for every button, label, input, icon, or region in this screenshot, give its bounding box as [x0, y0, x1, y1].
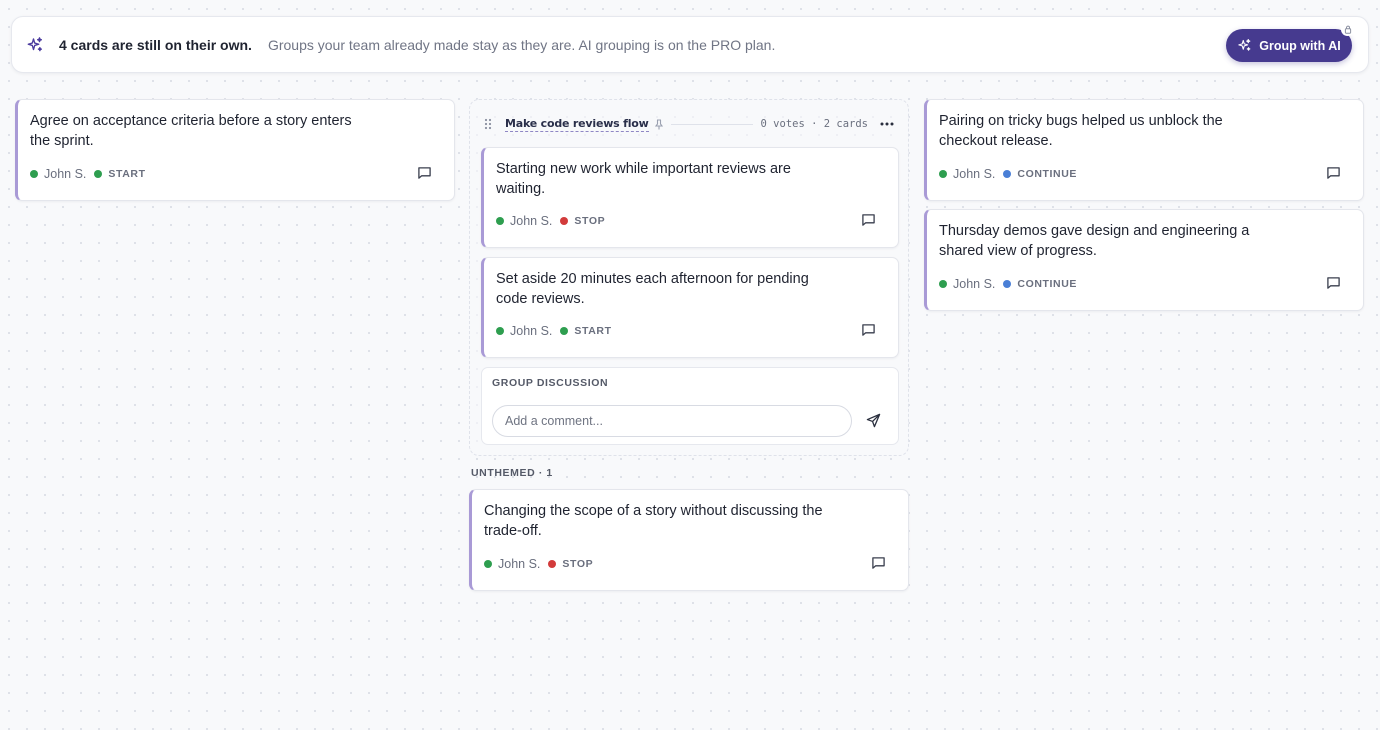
- comment-icon[interactable]: [1325, 165, 1341, 181]
- author-dot: [496, 217, 504, 225]
- group-with-ai-label: Group with AI: [1259, 38, 1341, 53]
- retro-card[interactable]: Pairing on tricky bugs helped us unblock…: [924, 99, 1364, 201]
- card-meta: John S. START: [496, 324, 612, 338]
- card-author: John S.: [44, 167, 87, 181]
- card-meta: John S. START: [30, 167, 146, 181]
- author-dot: [496, 327, 504, 335]
- comment-icon[interactable]: [860, 212, 876, 228]
- type-dot: [560, 217, 569, 225]
- card-author: John S.: [498, 557, 541, 571]
- card-text: Agree on acceptance criteria before a st…: [30, 113, 352, 149]
- card-meta: John S. STOP: [496, 214, 605, 228]
- group-with-ai-button[interactable]: Group with AI: [1226, 23, 1354, 62]
- group-discussion-label: GROUP DISCUSSION: [492, 377, 609, 389]
- card-author: John S.: [510, 324, 553, 338]
- card-text: Pairing on tricky bugs helped us unblock…: [939, 113, 1223, 149]
- group-stats: 0 votes · 2 cards: [760, 118, 868, 130]
- card-text: Thursday demos gave design and engineeri…: [939, 223, 1250, 259]
- card-group: Make code reviews flow 0 votes · 2 cards…: [469, 99, 909, 456]
- card-text: Set aside 20 minutes each afternoon for …: [496, 271, 809, 307]
- type-dot: [560, 327, 569, 335]
- drag-handle-icon[interactable]: [484, 117, 494, 131]
- card-type: CONTINUE: [1017, 168, 1078, 180]
- lock-icon: [1341, 23, 1354, 36]
- author-dot: [939, 170, 947, 178]
- card-type: START: [108, 168, 146, 180]
- send-icon[interactable]: [865, 412, 882, 429]
- comment-icon[interactable]: [860, 322, 876, 338]
- group-title[interactable]: Make code reviews flow: [505, 117, 649, 132]
- author-dot: [30, 170, 38, 178]
- card-type: STOP: [562, 558, 594, 570]
- card-meta: John S. CONTINUE: [939, 277, 1077, 291]
- card-text: Changing the scope of a story without di…: [484, 503, 823, 539]
- unthemed-label: UNTHEMED · 1: [471, 467, 553, 479]
- author-dot: [939, 280, 947, 288]
- card-type: START: [574, 325, 612, 337]
- comment-icon[interactable]: [870, 555, 886, 571]
- more-options-icon[interactable]: [880, 117, 894, 131]
- retro-card[interactable]: Thursday demos gave design and engineeri…: [924, 209, 1364, 311]
- type-dot: [1003, 170, 1012, 178]
- retro-card[interactable]: Agree on acceptance criteria before a st…: [15, 99, 455, 201]
- comment-icon[interactable]: [1325, 275, 1341, 291]
- retro-card[interactable]: Starting new work while important review…: [481, 147, 899, 248]
- type-dot: [94, 170, 103, 178]
- card-text: Starting new work while important review…: [496, 161, 791, 197]
- comment-input[interactable]: [492, 405, 852, 437]
- banner-subtext: Groups your team already made stay as th…: [267, 36, 776, 53]
- type-dot: [1003, 280, 1012, 288]
- author-dot: [484, 560, 492, 568]
- card-type: CONTINUE: [1017, 278, 1078, 290]
- divider: [670, 123, 753, 125]
- group-header: Make code reviews flow 0 votes · 2 cards: [484, 114, 894, 134]
- card-meta: John S. CONTINUE: [939, 167, 1077, 181]
- comment-icon[interactable]: [416, 165, 432, 181]
- card-type: STOP: [574, 215, 606, 227]
- sparkles-icon: [1238, 39, 1251, 51]
- sparkles-icon: [26, 35, 46, 55]
- card-author: John S.: [953, 277, 996, 291]
- retro-card[interactable]: Set aside 20 minutes each afternoon for …: [481, 257, 899, 358]
- card-meta: John S. STOP: [484, 557, 593, 571]
- type-dot: [548, 560, 557, 568]
- pin-icon[interactable]: [654, 118, 665, 130]
- group-discussion: GROUP DISCUSSION: [481, 367, 899, 445]
- card-author: John S.: [510, 214, 553, 228]
- card-author: John S.: [953, 167, 996, 181]
- banner-headline: 4 cards are still on their own.: [59, 36, 252, 53]
- retro-card[interactable]: Changing the scope of a story without di…: [469, 489, 909, 591]
- ai-grouping-banner: 4 cards are still on their own. Groups y…: [11, 16, 1369, 73]
